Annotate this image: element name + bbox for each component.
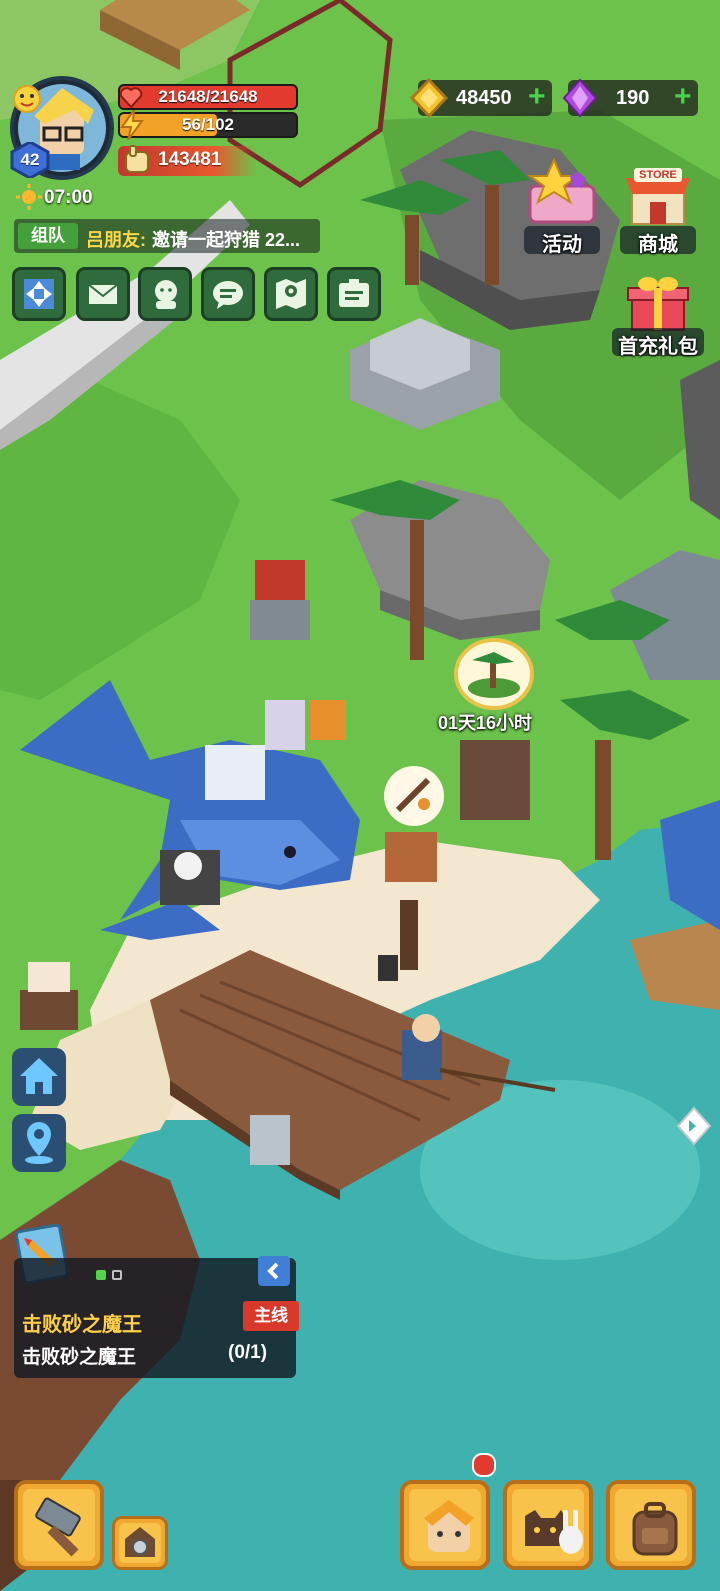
heart-icon [119,87,143,109]
location-pin-icon [25,1122,53,1164]
gem-amount: 190 [616,87,650,109]
backpack-button[interactable] [606,1480,696,1570]
quest-title: 击败砂之魔王 [22,1314,142,1336]
chat-sender: 吕朋友: [86,230,146,250]
settings-gear-icon [119,1523,161,1563]
star-gift-icon [526,158,596,224]
shop-label: 商城 [638,234,678,256]
collapse-quest-button[interactable] [258,1256,290,1286]
emoji-status-icon[interactable] [12,84,42,114]
friends-button[interactable] [138,267,192,321]
power-fist-icon [125,145,149,173]
activity-label: 活动 [542,234,582,256]
player-level: 42 [20,150,40,169]
expand-right-arrow-icon[interactable] [674,1106,712,1146]
activity-button[interactable]: 活动 [524,158,600,258]
add-gem-button[interactable]: + [674,80,692,114]
palm-island-icon [454,638,534,710]
build-button[interactable] [14,1480,104,1570]
pets-button[interactable] [503,1480,593,1570]
hp-bar: 21648/21648 [118,84,298,110]
shop-button[interactable]: STORE 商城 [620,158,696,258]
chat-message: 邀请一起狩猎 22... [152,230,301,250]
quest-description: 击败砂之魔王 [22,1347,137,1368]
store-sign-text: STORE [639,169,677,181]
hero-portrait-icon [424,1500,474,1552]
mail-icon [87,283,119,306]
power-value: 143481 [158,149,222,170]
home-icon [20,1058,58,1094]
energy-bar: 56/102 [118,112,298,138]
mail-button[interactable] [76,267,130,321]
location-button[interactable] [12,1114,66,1172]
gift-box-icon [627,277,689,331]
fullscreen-icon [24,279,54,309]
add-gold-button[interactable]: + [528,80,546,114]
fullscreen-button[interactable] [12,267,66,321]
fishing-spot-marker[interactable] [384,766,444,826]
quest-progress: (0/1) [228,1342,268,1363]
workshop-button[interactable] [112,1516,168,1570]
fishing-rod-icon [395,777,431,813]
lightning-icon [120,110,144,140]
chevron-left-icon [267,1262,279,1280]
chat-icon [213,281,243,309]
hero-button[interactable] [400,1480,490,1570]
island-event-marker[interactable] [452,638,536,710]
chat-button[interactable] [201,267,255,321]
friends-icon [155,280,177,309]
chat-channel-tag: 组队 [18,223,78,249]
home-button[interactable] [12,1048,66,1106]
purple-gem-icon [562,78,598,118]
game-time: 07:00 [44,187,93,208]
map-button[interactable] [264,267,318,321]
quest-page-dot [112,1270,122,1280]
hammer-icon [35,1497,81,1557]
first-charge-label: 首充礼包 [618,336,698,358]
pets-icon [525,1510,583,1554]
sun-icon [16,184,42,210]
gold-amount: 48450 [456,87,512,109]
island-timer: 01天16小时 [438,713,533,733]
notification-dot [472,1453,496,1477]
quest-page-dot-active [96,1270,106,1280]
id-card-button[interactable] [327,267,381,321]
id-card-icon [339,279,369,307]
map-icon [276,279,306,309]
gold-coin-icon [410,78,448,118]
energy-text: 56/102 [182,115,234,134]
backpack-icon [632,1502,678,1556]
first-charge-gift-button[interactable]: 首充礼包 [612,272,704,358]
quest-type-tag: 主线 [243,1301,299,1331]
hp-text: 21648/21648 [158,87,258,106]
